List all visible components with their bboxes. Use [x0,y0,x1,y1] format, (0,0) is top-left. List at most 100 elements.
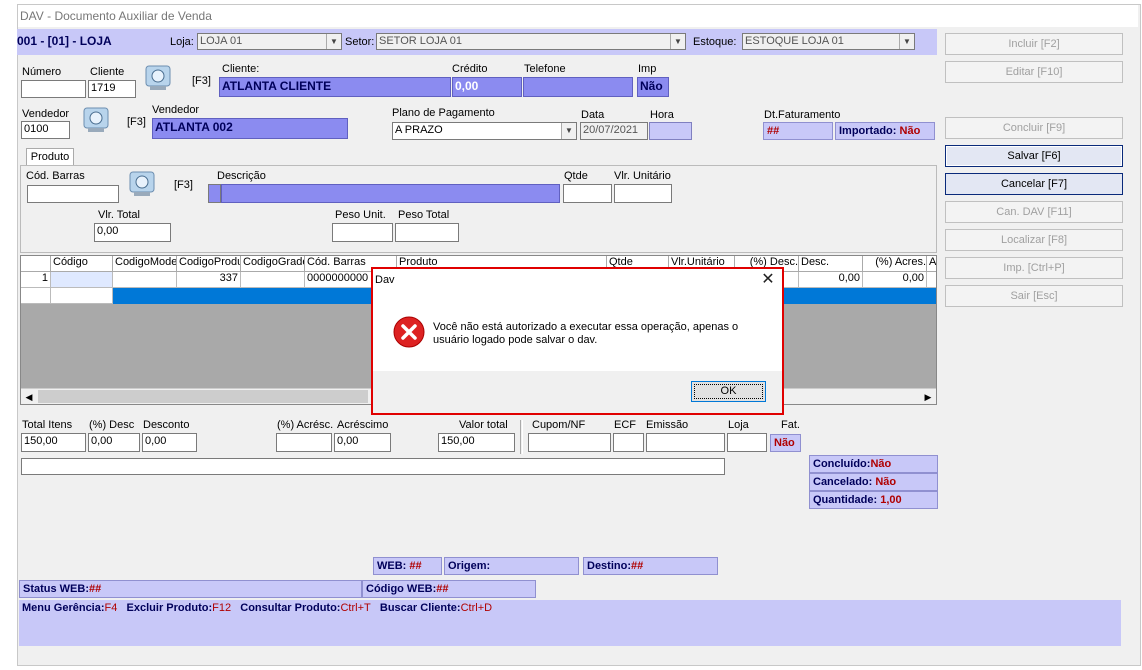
table-cell[interactable]: 0,00 [863,272,927,288]
acresc-pct-field[interactable] [276,433,332,452]
grid-header[interactable]: CodigoGrade [241,256,305,272]
table-row-num [21,288,51,304]
codbarras-field[interactable] [27,185,119,203]
scroll-left-icon[interactable]: ◀ [21,389,37,405]
pesototal-field[interactable] [395,223,459,242]
desc-pct-field[interactable]: 0,00 [88,433,140,452]
cliente-name-field[interactable]: ATLANTA CLIENTE [219,77,451,97]
cliente-code-label: Cliente [90,66,125,78]
imp-button[interactable]: Imp. [Ctrl+P] [945,257,1123,279]
vlrtotal-label: Vlr. Total [98,209,140,221]
credito-field: 0,00 [452,77,522,97]
editar-button[interactable]: Editar [F10] [945,61,1123,83]
desconto-label: Desconto [143,419,190,431]
desc-pct-label: (%) Desc [89,419,135,431]
search-vendor-icon[interactable] [78,104,114,136]
table-row-num: 1 [21,272,51,288]
vendedor-name-label: Vendedor [152,104,200,116]
tab-produto[interactable]: Produto [26,148,74,166]
incluir-button[interactable]: Incluir [F2] [945,33,1123,55]
search-client-icon[interactable] [140,62,176,94]
vendedor-name-field[interactable]: ATLANTA 002 [152,118,348,139]
observation-field[interactable] [21,458,725,475]
f3-hint: [F3] [192,75,211,87]
table-cell[interactable] [113,272,177,288]
acrescimo-label: Acréscimo [337,419,389,431]
table-cell[interactable] [927,272,936,288]
vlrunit-field[interactable] [614,184,672,203]
dtfat-field: ## [763,122,833,140]
error-dialog: Dav ✕ Você não está autorizado a executa… [371,267,784,415]
vlrunit-label: Vlr. Unitário [614,170,671,182]
emissao-label: Emissão [646,419,689,431]
grid-header[interactable]: Código [51,256,113,272]
telefone-field[interactable] [523,77,633,97]
table-cell[interactable] [51,288,113,304]
pesototal-label: Peso Total [398,209,450,221]
descricao-field[interactable] [221,184,560,203]
localizar-button[interactable]: Localizar [F8] [945,229,1123,251]
desconto-field[interactable]: 0,00 [142,433,197,452]
scroll-right-icon[interactable]: ▶ [920,389,936,405]
shortcut-label: Menu Gerência: [22,602,105,614]
table-cell[interactable] [51,272,113,288]
error-icon [393,316,425,348]
ecf-field [613,433,644,452]
table-cell[interactable]: 337 [177,272,241,288]
shortcut-label: Excluir Produto: [126,602,213,614]
pesounit-label: Peso Unit. [335,209,386,221]
dtfat-label: Dt.Faturamento [764,109,841,121]
loja-total-label: Loja [728,419,749,431]
salvar-button[interactable]: Salvar [F6] [945,145,1123,167]
loja-select[interactable]: LOJA 01 ▼ [197,33,342,50]
setor-select[interactable]: SETOR LOJA 01 ▼ [376,33,686,50]
sair-button[interactable]: Sair [Esc] [945,285,1123,307]
shortcut-key: F4 [104,602,118,614]
cancelar-button[interactable]: Cancelar [F7] [945,173,1123,195]
status-web: Status WEB:## [19,580,362,598]
qtde-label: Qtde [564,170,588,182]
f3-hint-vendor: [F3] [127,116,146,128]
grid-header[interactable]: A [927,256,936,272]
plano-label: Plano de Pagamento [392,107,495,119]
pesounit-field[interactable] [332,223,393,242]
separator [520,420,523,454]
grid-header[interactable]: CodigoModelo [113,256,177,272]
search-product-icon[interactable] [124,168,160,200]
close-icon[interactable]: ✕ [757,271,779,289]
data-label: Data [581,109,605,121]
shortcut-key: F12 [212,602,232,614]
grid-header[interactable]: (%) Acres. [863,256,927,272]
valor-total-field: 150,00 [438,433,515,452]
chevron-down-icon[interactable]: ▼ [326,34,341,49]
scroll-thumb[interactable] [38,390,368,403]
total-itens-label: Total Itens [22,419,73,431]
vendedor-code-label: Vendedor [22,108,70,120]
web-status: WEB: ## [373,557,442,575]
ok-button[interactable]: OK [691,381,766,402]
table-cell[interactable] [241,272,305,288]
vendedor-code-field[interactable]: 0100 [21,121,70,139]
chevron-down-icon[interactable]: ▼ [670,34,685,49]
chevron-down-icon[interactable]: ▼ [561,123,576,139]
grid-header[interactable]: Desc. [799,256,863,272]
can-dav-button[interactable]: Can. DAV [F11] [945,201,1123,223]
acrescimo-field[interactable]: 0,00 [334,433,391,452]
qtde-field[interactable] [563,184,612,203]
cupom-field [528,433,611,452]
destino-status: Destino:## [583,557,718,575]
table-cell[interactable]: 0,00 [799,272,863,288]
estoque-select[interactable]: ESTOQUE LOJA 01 ▼ [742,33,915,50]
concluir-button[interactable]: Concluir [F9] [945,117,1123,139]
plano-select[interactable]: A PRAZO ▼ [392,122,577,140]
shortcuts-bar: Menu Gerência:F4 Excluir Produto:F12 Con… [19,600,1121,646]
shortcut-key: Ctrl+T [340,602,371,614]
dialog-message: Você não está autorizado a executar essa… [433,321,739,346]
shortcut-label: Buscar Cliente: [379,602,461,614]
imp-label: Imp [638,63,657,75]
hora-field [649,122,692,140]
cliente-code-field[interactable]: 1719 [88,80,136,98]
chevron-down-icon[interactable]: ▼ [899,34,914,49]
grid-header[interactable]: CodigoProduto [177,256,241,272]
numero-field[interactable] [21,80,86,98]
